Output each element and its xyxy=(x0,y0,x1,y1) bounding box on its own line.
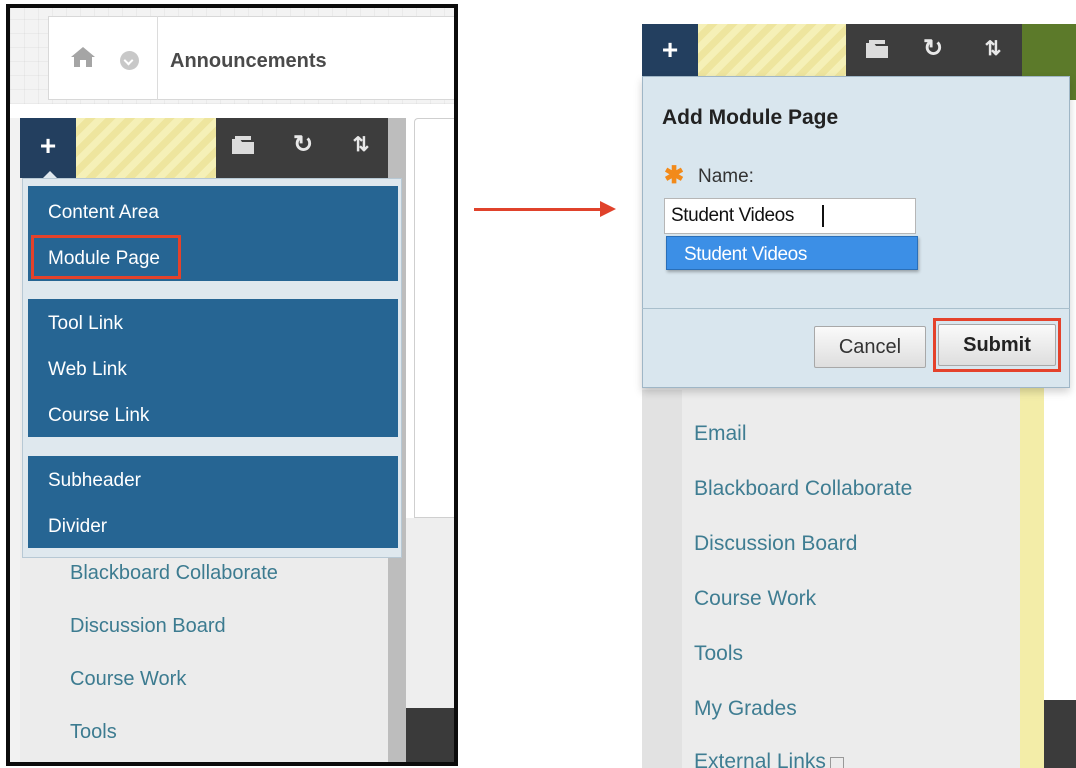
menu-item-content-area[interactable]: Content Area xyxy=(48,202,159,224)
course-menu-item-course-work[interactable]: Course Work xyxy=(694,587,816,611)
add-menu-item-button[interactable]: + xyxy=(642,24,698,76)
course-menu-item-course-work[interactable]: Course Work xyxy=(70,668,186,691)
toolbar-spacer xyxy=(76,118,216,178)
step-arrow xyxy=(474,208,602,211)
menu-item-course-link[interactable]: Course Link xyxy=(48,405,149,427)
sort-icon[interactable]: ⇅ xyxy=(342,130,378,160)
module-page-highlight xyxy=(31,235,181,279)
course-menu-item-discussion-board[interactable]: Discussion Board xyxy=(70,615,226,638)
refresh-icon[interactable]: ↻ xyxy=(288,130,318,160)
content-footer-bar xyxy=(1044,700,1076,768)
course-menu-item-my-grades[interactable]: My Grades xyxy=(694,697,797,721)
menu-item-subheader[interactable]: Subheader xyxy=(48,470,141,492)
course-menu-item-tools[interactable]: Tools xyxy=(70,721,117,744)
toolbar-spacer xyxy=(698,24,846,76)
menu-item-tool-link[interactable]: Tool Link xyxy=(48,313,123,335)
name-field[interactable] xyxy=(664,198,916,234)
content-footer-bar xyxy=(406,708,454,762)
left-screenshot-frame: Announcements + ↻ ⇅ Content Area Module … xyxy=(6,4,458,766)
menu-item-divider[interactable]: Divider xyxy=(48,516,107,538)
content-area-lower xyxy=(406,518,454,708)
course-menu-item-external-links-label: External Links xyxy=(694,750,826,768)
dialog-divider xyxy=(642,308,1070,309)
sort-icon[interactable]: ⇅ xyxy=(974,34,1010,64)
page-title: Announcements xyxy=(170,50,327,72)
text-caret xyxy=(822,205,824,227)
add-menu-item-button[interactable]: + xyxy=(20,118,76,178)
course-menu-item-email[interactable]: Email xyxy=(694,422,747,446)
required-asterisk-icon: ✱ xyxy=(664,162,685,189)
external-link-icon xyxy=(829,756,844,768)
step-arrow-head xyxy=(600,201,616,217)
cancel-button[interactable]: Cancel xyxy=(814,326,926,368)
autocomplete-suggestion-text[interactable]: Student Videos xyxy=(684,244,807,266)
menu-side-strip xyxy=(642,390,682,768)
dialog-title: Add Module Page xyxy=(662,106,839,129)
folder-icon[interactable] xyxy=(230,134,256,156)
menu-item-web-link[interactable]: Web Link xyxy=(48,359,127,381)
course-menu-item-blackboard-collaborate[interactable]: Blackboard Collaborate xyxy=(70,562,278,585)
course-menu-item-tools[interactable]: Tools xyxy=(694,642,743,666)
course-menu-item-external-links[interactable]: External Links xyxy=(694,750,844,768)
left-edge xyxy=(10,118,20,762)
menu-accent-strip xyxy=(1020,380,1044,768)
home-icon[interactable] xyxy=(70,46,96,68)
refresh-icon[interactable]: ↻ xyxy=(918,34,948,64)
course-menu-item-blackboard-collaborate[interactable]: Blackboard Collaborate xyxy=(694,477,912,501)
chevron-down-icon[interactable] xyxy=(120,51,139,70)
content-area-card xyxy=(414,118,454,518)
folder-icon[interactable] xyxy=(864,38,890,60)
submit-highlight xyxy=(933,318,1061,372)
breadcrumb-divider xyxy=(157,16,158,100)
name-label: Name: xyxy=(698,166,754,187)
course-menu-item-discussion-board[interactable]: Discussion Board xyxy=(694,532,857,556)
